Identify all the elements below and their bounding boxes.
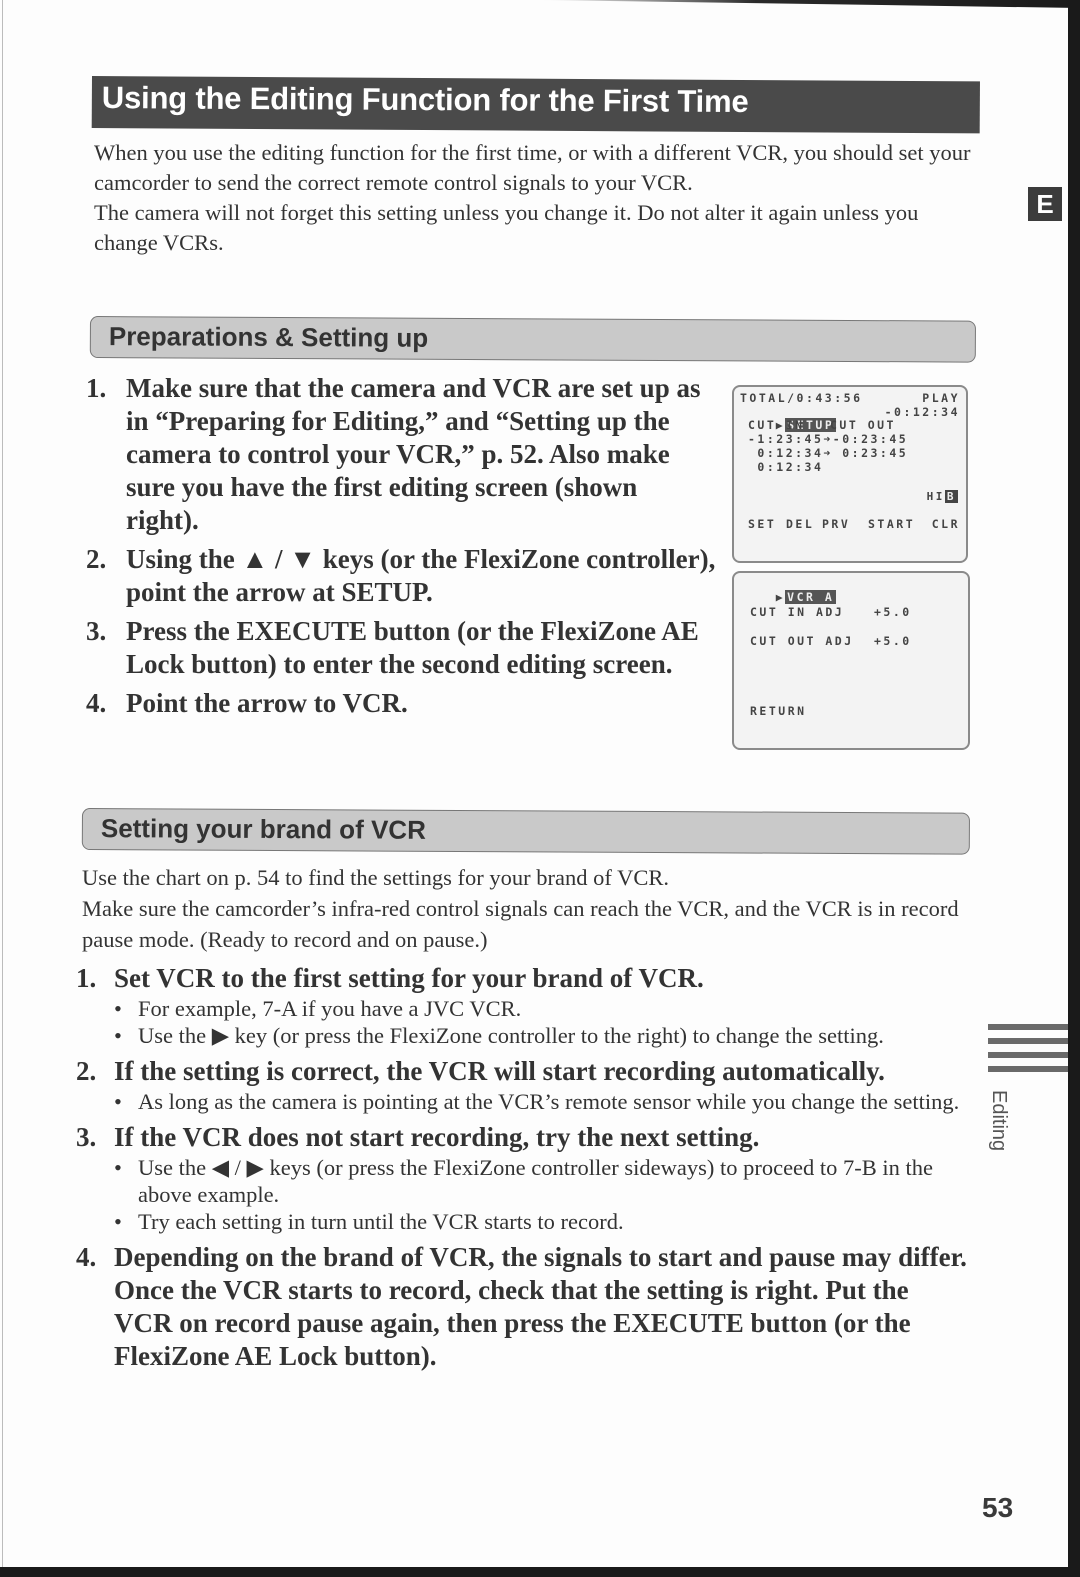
- page-title: Using the Editing Function for the First…: [101, 80, 749, 120]
- brand-intro-paragraph: Use the chart on p. 54 to find the setti…: [82, 865, 669, 890]
- counter: -0:12:34: [884, 405, 960, 419]
- step-bullet: • Use the ▶ key (or press the FlexiZone c…: [114, 1022, 971, 1049]
- step-bullet: • Try each setting in turn until the VCR …: [114, 1208, 971, 1235]
- return-label: RETURN: [750, 704, 807, 718]
- step-text: If the VCR does not start recording, try…: [114, 1122, 760, 1152]
- bullet-icon: •: [114, 1155, 122, 1180]
- hi-b-badge: HI B: [927, 490, 958, 503]
- step-text: Depending on the brand of VCR, the signa…: [114, 1242, 967, 1371]
- intro-paragraph: When you use the editing function for th…: [94, 140, 971, 195]
- bullet-icon: •: [114, 1209, 122, 1234]
- section-heading-label: Setting your brand of VCR: [100, 813, 426, 845]
- menu-start: START: [868, 517, 916, 531]
- page-number: 53: [982, 1492, 1014, 1523]
- brand-intro-paragraph: Make sure the camcorder’s infra-red cont…: [82, 896, 959, 952]
- step-text: Press the EXECUTE button (or the FlexiZo…: [126, 616, 699, 679]
- step-number: 4.: [86, 688, 107, 718]
- page-edge-bottom: [0, 1567, 1080, 1577]
- cut-row: -1:23:45➜-0:23:45: [748, 432, 909, 446]
- step-item: 3. Press the EXECUTE button (or the Flex…: [86, 615, 716, 681]
- intro-text: When you use the editing function for th…: [94, 138, 974, 258]
- pointer-arrow-icon: ▶: [775, 590, 786, 604]
- bullet-text: For example, 7-A if you have a JVC VCR.: [138, 996, 522, 1021]
- total-time: TOTAL/0:43:56: [740, 391, 863, 405]
- first-editing-screen: TOTAL/0:43:56 PLAY ▶ SETUP -0:12:34 CUT I…: [732, 385, 968, 563]
- cut-in-adj-label: CUT IN ADJ: [750, 605, 845, 619]
- bullet-icon: •: [114, 996, 122, 1021]
- cut-out-header: CUT OUT: [830, 418, 896, 432]
- step-text: Using the ▲ / ▼ keys (or the FlexiZone c…: [126, 544, 716, 607]
- menu-clr: CLR: [931, 517, 960, 531]
- b-label: B: [944, 490, 958, 503]
- page-title-bar: Using the Editing Function for the First…: [91, 76, 980, 134]
- step-item: 2. Using the ▲ / ▼ keys (or the FlexiZon…: [86, 543, 716, 609]
- bullet-text: Use the ◀ / ▶ keys (or press the FlexiZo…: [138, 1155, 934, 1207]
- section-heading-preparations: Preparations & Setting up: [89, 316, 976, 363]
- cut-in-adj-value: +5.0: [874, 605, 912, 619]
- step-text: If the setting is correct, the VCR will …: [114, 1056, 885, 1086]
- menu-prv: PRV: [822, 517, 851, 531]
- section-heading-label: Preparations & Setting up: [108, 321, 429, 353]
- brand-steps: 1. Set VCR to the first setting for your …: [76, 962, 971, 1379]
- vcr-highlight: VCR A: [785, 590, 837, 604]
- second-editing-screen: ▶ VCR A CUT IN ADJ +5.0 CUT OUT ADJ +5.0 …: [732, 571, 970, 750]
- menu-set: SET: [748, 517, 777, 531]
- bullet-text: Use the ▶ key (or press the FlexiZone co…: [138, 1023, 884, 1048]
- step-bullet: • As long as the camera is pointing at th…: [114, 1088, 971, 1115]
- step-item: 4. Point the arrow to VCR.: [86, 687, 716, 720]
- section-tab-e: E: [1028, 187, 1062, 221]
- step-number: 2.: [76, 1056, 97, 1086]
- step-bullet: • Use the ◀ / ▶ keys (or press the FlexiZ…: [114, 1154, 971, 1208]
- step-number: 4.: [76, 1242, 97, 1272]
- bullet-text: Try each setting in turn until the VCR s…: [138, 1209, 624, 1234]
- step-text: Set VCR to the first setting for your br…: [114, 963, 704, 993]
- menu-del: DEL: [786, 517, 815, 531]
- cut-in-header: CUT IN: [748, 418, 805, 432]
- step-number: 1.: [86, 373, 107, 403]
- cut-row: 0:12:34➜ 0:23:45: [748, 446, 909, 460]
- cut-row: 0:12:34: [748, 460, 824, 474]
- step-item: 3. If the VCR does not start recording, t…: [76, 1121, 971, 1235]
- step-number: 1.: [76, 963, 97, 993]
- step-text: Make sure that the camera and VCR are se…: [126, 373, 701, 535]
- step-number: 3.: [76, 1122, 97, 1152]
- bullet-icon: •: [114, 1023, 122, 1048]
- step-item: 2. If the setting is correct, the VCR wil…: [76, 1055, 971, 1115]
- cut-out-adj-value: +5.0: [874, 634, 912, 648]
- hi-label: HI: [926, 490, 945, 503]
- page-edge-right: [1068, 0, 1080, 1577]
- brand-intro-text: Use the chart on p. 54 to find the setti…: [82, 862, 972, 955]
- bullet-icon: •: [114, 1089, 122, 1114]
- step-number: 3.: [86, 616, 107, 646]
- page-edge-top: [540, 0, 1080, 8]
- step-number: 2.: [86, 544, 107, 574]
- intro-paragraph: The camera will not forget this setting …: [94, 200, 919, 255]
- cut-out-adj-label: CUT OUT ADJ: [750, 634, 854, 648]
- preparation-steps: 1. Make sure that the camera and VCR are…: [86, 372, 716, 726]
- side-section-label: Editing: [988, 1090, 1010, 1152]
- bullet-text: As long as the camera is pointing at the…: [138, 1089, 960, 1114]
- step-item: 1. Make sure that the camera and VCR are…: [86, 372, 716, 537]
- step-text: Point the arrow to VCR.: [126, 688, 408, 718]
- page-edge-left: [2, 0, 3, 1577]
- section-heading-brand: Setting your brand of VCR: [81, 808, 970, 855]
- step-bullet: • For example, 7-A if you have a JVC VCR.: [114, 995, 971, 1022]
- section-index-stripes: [988, 1024, 1068, 1080]
- step-item: 1. Set VCR to the first setting for your …: [76, 962, 971, 1049]
- play-mode: PLAY: [922, 391, 960, 405]
- step-item: 4. Depending on the brand of VCR, the sig…: [76, 1241, 971, 1373]
